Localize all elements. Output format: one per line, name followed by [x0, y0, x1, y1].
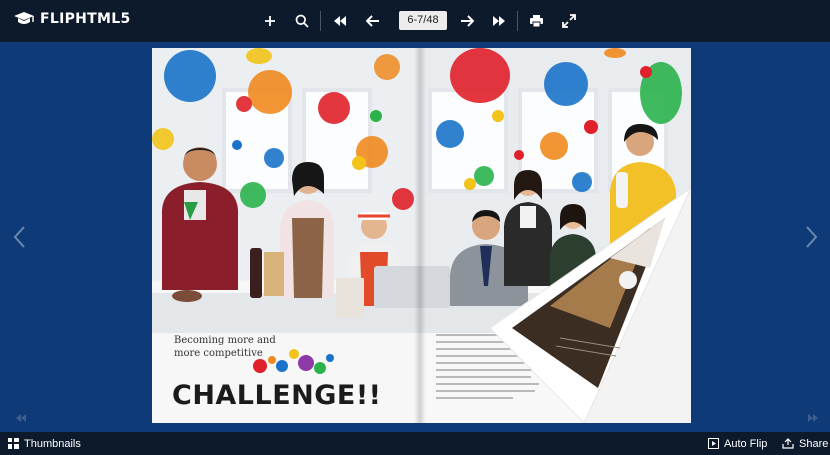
decor-dot	[604, 48, 626, 58]
arrow-left-icon	[366, 15, 379, 27]
decor-dot	[544, 62, 588, 106]
decor-dot	[352, 156, 366, 170]
decor-dot	[370, 110, 382, 122]
thumbnails-label: Thumbnails	[24, 437, 81, 450]
share-label: Share	[799, 437, 829, 450]
toolbar-divider	[517, 11, 518, 31]
decor-dot	[374, 54, 400, 80]
decor-dot	[514, 150, 524, 160]
decor-dot	[236, 96, 252, 112]
headline-dots	[250, 346, 340, 376]
photo-package	[264, 252, 284, 296]
page-headline: CHALLENGE!!	[172, 380, 382, 411]
auto-flip-button[interactable]: Auto Flip	[708, 432, 767, 455]
expand-icon	[562, 14, 576, 28]
toolbar-divider	[320, 11, 321, 31]
decor-dot	[318, 92, 350, 124]
thumbnails-button[interactable]: Thumbnails	[8, 432, 81, 455]
decor-dot	[436, 120, 464, 148]
share-icon	[782, 438, 794, 449]
page-curl[interactable]	[490, 188, 691, 423]
photo-package	[336, 278, 364, 318]
photo-person	[154, 140, 242, 310]
printer-icon	[529, 15, 543, 28]
share-button[interactable]: Share	[782, 432, 828, 455]
prev-page-arrow[interactable]	[12, 224, 28, 250]
decor-dot	[392, 188, 414, 210]
first-page-small-button[interactable]	[14, 410, 30, 422]
decor-dot	[248, 70, 292, 114]
decor-dot	[450, 48, 510, 103]
search-button[interactable]	[292, 11, 312, 31]
arrow-right-icon	[461, 15, 474, 27]
photo-bowl	[172, 290, 202, 302]
decor-dot	[640, 66, 652, 78]
decor-dot	[152, 128, 174, 150]
grid-icon	[8, 438, 19, 449]
top-toolbar: FLIPHTML5 6-7/48	[0, 0, 830, 42]
print-button[interactable]	[526, 11, 546, 31]
chevron-right-icon	[806, 226, 818, 248]
decor-dot	[474, 166, 494, 186]
plus-icon	[265, 16, 275, 26]
rewind-icon	[334, 16, 346, 26]
decor-dot	[232, 140, 242, 150]
book-spine	[414, 48, 426, 423]
book-spread[interactable]: Becoming more and more competitive CHALL…	[152, 48, 691, 423]
brand-name: FLIPHTML5	[40, 11, 131, 27]
decor-dot	[492, 110, 504, 122]
auto-flip-label: Auto Flip	[724, 437, 768, 450]
last-page-button[interactable]	[489, 11, 509, 31]
last-page-small-button[interactable]	[806, 410, 822, 422]
next-page-button[interactable]	[457, 11, 477, 31]
decor-dot	[164, 50, 216, 102]
next-page-arrow[interactable]	[803, 224, 819, 250]
fullscreen-button[interactable]	[559, 11, 579, 31]
brand-logo[interactable]: FLIPHTML5	[13, 11, 131, 27]
decor-dot	[246, 48, 272, 64]
decor-dot	[540, 132, 568, 160]
decor-dot	[240, 182, 266, 208]
graduation-cap-icon	[14, 12, 34, 24]
decor-dot	[464, 178, 476, 190]
decor-dot	[584, 120, 598, 134]
play-icon	[708, 438, 719, 449]
bottom-toolbar: Thumbnails Auto Flip Share	[0, 432, 830, 455]
search-icon	[295, 14, 309, 28]
decor-dot	[264, 148, 284, 168]
first-page-button[interactable]	[330, 11, 350, 31]
previous-page-button[interactable]	[363, 11, 383, 31]
photo-laptop	[374, 266, 450, 308]
photo-bottle	[250, 248, 262, 298]
page-number-input[interactable]: 6-7/48	[399, 11, 447, 30]
zoom-in-button[interactable]	[260, 11, 280, 31]
rewind-icon	[16, 414, 26, 422]
fast-forward-icon	[493, 16, 505, 26]
fast-forward-icon	[808, 414, 818, 422]
chevron-left-icon	[13, 226, 25, 248]
